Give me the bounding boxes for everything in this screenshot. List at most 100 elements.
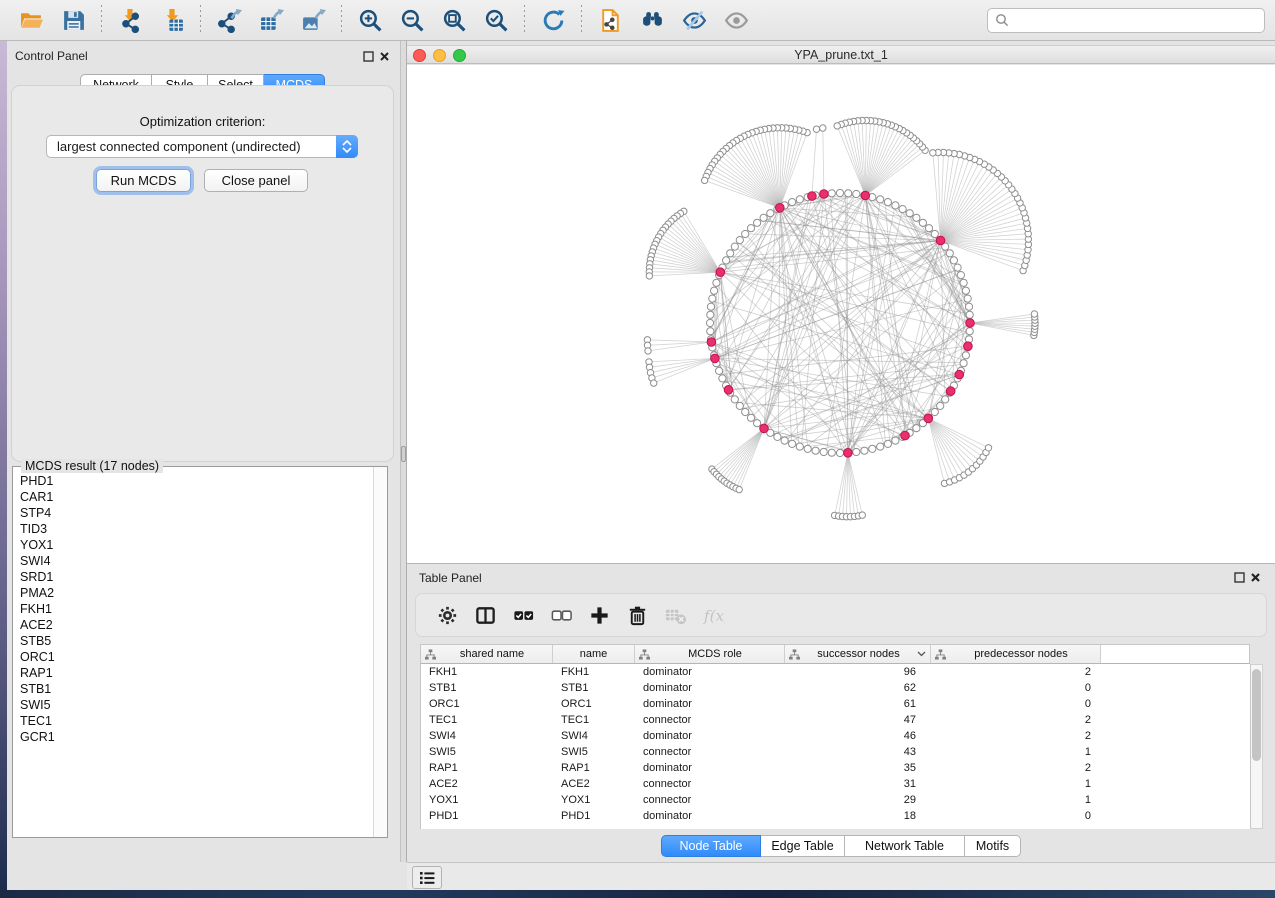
ring-node[interactable] — [781, 437, 788, 444]
mcds-hub-node[interactable] — [955, 370, 964, 379]
mcds-result-item[interactable]: FKH1 — [20, 601, 373, 617]
tab-edge-table[interactable]: Edge Table — [761, 835, 845, 857]
ring-node[interactable] — [747, 414, 754, 421]
ring-node[interactable] — [707, 303, 714, 310]
ring-node[interactable] — [709, 295, 716, 302]
leaf-node[interactable] — [646, 273, 652, 279]
leaf-node[interactable] — [820, 125, 826, 131]
cell-successor-nodes[interactable]: 43 — [785, 744, 931, 760]
ring-node[interactable] — [877, 196, 884, 203]
close-window-traffic-light[interactable] — [413, 49, 426, 62]
cell-successor-nodes[interactable]: 61 — [785, 696, 931, 712]
ring-node[interactable] — [960, 279, 967, 286]
mcds-hub-node[interactable] — [924, 414, 933, 423]
leaf-node[interactable] — [985, 445, 991, 451]
cell-MCDS-role[interactable]: connector — [635, 744, 785, 760]
column-header-shared-name[interactable]: shared name — [421, 645, 553, 663]
cell-successor-nodes[interactable]: 35 — [785, 760, 931, 776]
cell-name[interactable]: STB1 — [553, 680, 635, 696]
ring-node[interactable] — [899, 206, 906, 213]
ring-node[interactable] — [962, 352, 969, 359]
mcds-result-item[interactable]: PMA2 — [20, 585, 373, 601]
ring-node[interactable] — [853, 448, 860, 455]
export-image-button[interactable] — [295, 3, 331, 37]
ring-node[interactable] — [707, 311, 714, 318]
column-header-MCDS-role[interactable]: MCDS role — [635, 645, 785, 663]
zoom-selected-button[interactable] — [478, 3, 514, 37]
cell-successor-nodes[interactable]: 62 — [785, 680, 931, 696]
mcds-hub-node[interactable] — [707, 338, 716, 347]
mcds-result-item[interactable]: TID3 — [20, 521, 373, 537]
cell-MCDS-role[interactable]: dominator — [635, 696, 785, 712]
mcds-list-scrollbar[interactable] — [373, 467, 387, 837]
ring-node[interactable] — [950, 257, 957, 264]
cell-shared-name[interactable]: ORC1 — [421, 696, 553, 712]
ring-node[interactable] — [942, 396, 949, 403]
leaf-node[interactable] — [645, 348, 651, 354]
ring-node[interactable] — [754, 219, 761, 226]
cell-MCDS-role[interactable]: dominator — [635, 680, 785, 696]
leaf-node[interactable] — [834, 123, 840, 129]
cell-MCDS-role[interactable]: connector — [635, 792, 785, 808]
cell-MCDS-role[interactable]: dominator — [635, 808, 785, 824]
ring-node[interactable] — [965, 303, 972, 310]
export-file-share-button[interactable] — [592, 3, 628, 37]
leaf-node[interactable] — [1031, 311, 1037, 317]
ring-node[interactable] — [966, 311, 973, 318]
column-header-name[interactable]: name — [553, 645, 635, 663]
table-row[interactable]: RAP1RAP1dominator352 — [421, 760, 1250, 776]
table-row[interactable]: PHD1PHD1dominator180 — [421, 808, 1250, 824]
mcds-hub-node[interactable] — [776, 204, 785, 213]
mcds-result-item[interactable]: SWI4 — [20, 553, 373, 569]
import-table-button[interactable] — [154, 3, 190, 37]
ring-node[interactable] — [931, 230, 938, 237]
ring-node[interactable] — [754, 420, 761, 427]
mcds-result-item[interactable]: GCR1 — [20, 729, 373, 745]
cell-shared-name[interactable]: SWI4 — [421, 728, 553, 744]
table-row[interactable]: ACE2ACE2connector311 — [421, 776, 1250, 792]
mcds-result-item[interactable]: SWI5 — [20, 697, 373, 713]
hide-panel-button[interactable] — [676, 3, 712, 37]
deselect-all-button[interactable] — [542, 597, 580, 633]
search-box[interactable] — [987, 8, 1265, 33]
leaf-node[interactable] — [859, 512, 865, 518]
mcds-hub-node[interactable] — [966, 319, 975, 328]
mcds-result-item[interactable]: STP4 — [20, 505, 373, 521]
float-table-panel-icon[interactable] — [1231, 570, 1247, 586]
ring-node[interactable] — [812, 447, 819, 454]
mcds-hub-node[interactable] — [844, 449, 853, 458]
mcds-result-item[interactable]: PHD1 — [20, 473, 373, 489]
mcds-hub-node[interactable] — [716, 268, 725, 277]
ring-node[interactable] — [760, 214, 767, 221]
cell-shared-name[interactable]: RAP1 — [421, 760, 553, 776]
cell-predecessor-nodes[interactable]: 1 — [931, 776, 1101, 792]
cell-predecessor-nodes[interactable]: 0 — [931, 808, 1101, 824]
cell-predecessor-nodes[interactable]: 2 — [931, 728, 1101, 744]
add-button[interactable] — [580, 597, 618, 633]
ring-node[interactable] — [711, 287, 718, 294]
zoom-window-traffic-light[interactable] — [453, 49, 466, 62]
mcds-hub-node[interactable] — [964, 342, 973, 351]
close-table-panel-icon[interactable] — [1247, 570, 1263, 586]
ring-node[interactable] — [707, 328, 714, 335]
mcds-result-item[interactable]: CAR1 — [20, 489, 373, 505]
ring-node[interactable] — [713, 279, 720, 286]
ring-node[interactable] — [796, 443, 803, 450]
save-session-button[interactable] — [55, 3, 91, 37]
import-network-button[interactable] — [112, 3, 148, 37]
search-input[interactable] — [1009, 12, 1257, 28]
tab-motifs[interactable]: Motifs — [965, 835, 1021, 857]
cell-name[interactable]: RAP1 — [553, 760, 635, 776]
tab-node-table[interactable]: Node Table — [661, 835, 761, 857]
refresh-button[interactable] — [535, 3, 571, 37]
table-row[interactable]: ORC1ORC1dominator610 — [421, 696, 1250, 712]
table-row[interactable]: SWI5SWI5connector431 — [421, 744, 1250, 760]
ring-node[interactable] — [845, 190, 852, 197]
table-row[interactable]: YOX1YOX1connector291 — [421, 792, 1250, 808]
zoom-fit-button[interactable] — [436, 3, 472, 37]
cell-name[interactable]: TEC1 — [553, 712, 635, 728]
table-scrollbar[interactable] — [1250, 664, 1263, 829]
mcds-hub-node[interactable] — [820, 190, 829, 199]
mcds-result-item[interactable]: RAP1 — [20, 665, 373, 681]
ring-node[interactable] — [919, 219, 926, 226]
